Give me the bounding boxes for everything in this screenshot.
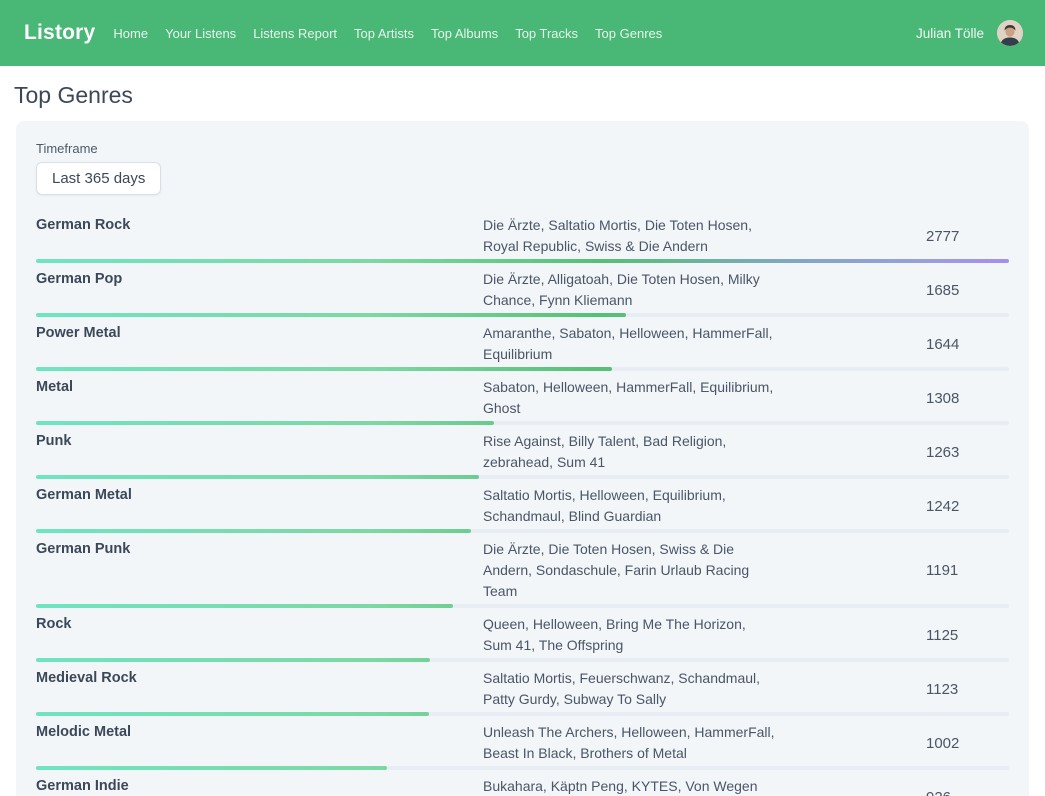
genre-name: Metal <box>36 377 483 419</box>
genre-name: Medieval Rock <box>36 668 483 710</box>
genre-artists: Saltatio Mortis, Helloween, Equilibrium,… <box>483 485 775 527</box>
genre-bar-track <box>36 421 1009 425</box>
genre-row: German Metal Saltatio Mortis, Helloween,… <box>36 479 1009 533</box>
genre-listen-count: 926 <box>926 789 1009 796</box>
genre-bar-fill <box>36 475 479 479</box>
genre-bar-track <box>36 658 1009 662</box>
genre-bar-track <box>36 766 1009 770</box>
genre-artists: Rise Against, Billy Talent, Bad Religion… <box>483 431 775 473</box>
nav-link-top-artists[interactable]: Top Artists <box>354 26 414 41</box>
genre-artists: Sabaton, Helloween, HammerFall, Equilibr… <box>483 377 775 419</box>
genre-bar-track <box>36 259 1009 263</box>
genre-name: German Punk <box>36 539 483 602</box>
genre-listen-count: 1685 <box>926 282 1009 299</box>
nav-link-home[interactable]: Home <box>113 26 148 41</box>
genre-name: Rock <box>36 614 483 656</box>
genre-name: German Metal <box>36 485 483 527</box>
genre-artists: Die Ärzte, Die Toten Hosen, Swiss & Die … <box>483 539 775 602</box>
user-avatar[interactable] <box>997 20 1023 46</box>
timeframe-select[interactable]: Last 365 days <box>36 162 161 195</box>
genre-listen-count: 1263 <box>926 444 1009 461</box>
genre-listen-count: 1125 <box>926 627 1009 644</box>
genre-listen-count: 1123 <box>926 681 1009 698</box>
nav-links: Home Your Listens Listens Report Top Artist… <box>113 26 662 41</box>
genre-row: Punk Rise Against, Billy Talent, Bad Rel… <box>36 425 1009 479</box>
genre-bar-track <box>36 604 1009 608</box>
genre-name: German Rock <box>36 215 483 257</box>
genre-name: Melodic Metal <box>36 722 483 764</box>
top-genres-card: Timeframe Last 365 days German Rock Die … <box>16 121 1029 796</box>
genre-bar-fill <box>36 313 626 317</box>
genre-row: Melodic Metal Unleash The Archers, Hello… <box>36 716 1009 770</box>
page-title: Top Genres <box>14 82 1045 109</box>
genre-bar-track <box>36 529 1009 533</box>
genre-bar-fill <box>36 658 430 662</box>
genre-listen-count: 1242 <box>926 498 1009 515</box>
nav-user-section[interactable]: Julian Tölle <box>916 20 1023 46</box>
nav-link-listens-report[interactable]: Listens Report <box>253 26 337 41</box>
main-content: Top Genres Timeframe Last 365 days Germa… <box>0 82 1045 796</box>
genre-row: Rock Queen, Helloween, Bring Me The Hori… <box>36 608 1009 662</box>
genre-listen-count: 1191 <box>926 562 1009 579</box>
genre-list: German Rock Die Ärzte, Saltatio Mortis, … <box>36 209 1009 796</box>
genre-artists: Saltatio Mortis, Feuerschwanz, Schandmau… <box>483 668 775 710</box>
avatar-photo-icon <box>997 20 1023 46</box>
genre-row: German Rock Die Ärzte, Saltatio Mortis, … <box>36 209 1009 263</box>
genre-row: German Punk Die Ärzte, Die Toten Hosen, … <box>36 533 1009 608</box>
genre-artists: Amaranthe, Sabaton, Helloween, HammerFal… <box>483 323 775 365</box>
genre-bar-track <box>36 313 1009 317</box>
genre-bar-track <box>36 367 1009 371</box>
genre-bar-fill <box>36 604 453 608</box>
genre-listen-count: 1308 <box>926 390 1009 407</box>
timeframe-filter: Timeframe Last 365 days <box>36 141 1009 195</box>
genre-row: German Indie Bukahara, Käptn Peng, KYTES… <box>36 770 1009 796</box>
nav-link-top-albums[interactable]: Top Albums <box>431 26 498 41</box>
genre-row: German Pop Die Ärzte, Alligatoah, Die To… <box>36 263 1009 317</box>
genre-bar-track <box>36 475 1009 479</box>
nav-link-top-genres[interactable]: Top Genres <box>595 26 662 41</box>
genre-bar-fill <box>36 367 612 371</box>
genre-artists: Bukahara, Käptn Peng, KYTES, Von Wegen L… <box>483 776 775 796</box>
genre-name: Punk <box>36 431 483 473</box>
top-navbar: Listory Home Your Listens Listens Report To… <box>0 0 1045 66</box>
genre-bar-fill <box>36 712 429 716</box>
genre-bar-fill <box>36 766 387 770</box>
genre-listen-count: 1644 <box>926 336 1009 353</box>
genre-name: Power Metal <box>36 323 483 365</box>
genre-bar-fill <box>36 421 494 425</box>
genre-listen-count: 1002 <box>926 735 1009 752</box>
genre-name: German Pop <box>36 269 483 311</box>
genre-artists: Die Ärzte, Saltatio Mortis, Die Toten Ho… <box>483 215 775 257</box>
genre-row: Metal Sabaton, Helloween, HammerFall, Eq… <box>36 371 1009 425</box>
genre-bar-fill <box>36 529 471 533</box>
genre-name: German Indie <box>36 776 483 796</box>
nav-link-your-listens[interactable]: Your Listens <box>165 26 236 41</box>
genre-row: Power Metal Amaranthe, Sabaton, Hellowee… <box>36 317 1009 371</box>
genre-listen-count: 2777 <box>926 228 1009 245</box>
nav-link-top-tracks[interactable]: Top Tracks <box>515 26 578 41</box>
genre-artists: Unleash The Archers, Helloween, HammerFa… <box>483 722 775 764</box>
user-name[interactable]: Julian Tölle <box>916 26 984 41</box>
genre-artists: Queen, Helloween, Bring Me The Horizon, … <box>483 614 775 656</box>
genre-row: Medieval Rock Saltatio Mortis, Feuerschw… <box>36 662 1009 716</box>
genre-artists: Die Ärzte, Alligatoah, Die Toten Hosen, … <box>483 269 775 311</box>
timeframe-label: Timeframe <box>36 141 1009 156</box>
app-logo[interactable]: Listory <box>24 21 95 45</box>
genre-bar-track <box>36 712 1009 716</box>
genre-bar-fill <box>36 259 1009 263</box>
